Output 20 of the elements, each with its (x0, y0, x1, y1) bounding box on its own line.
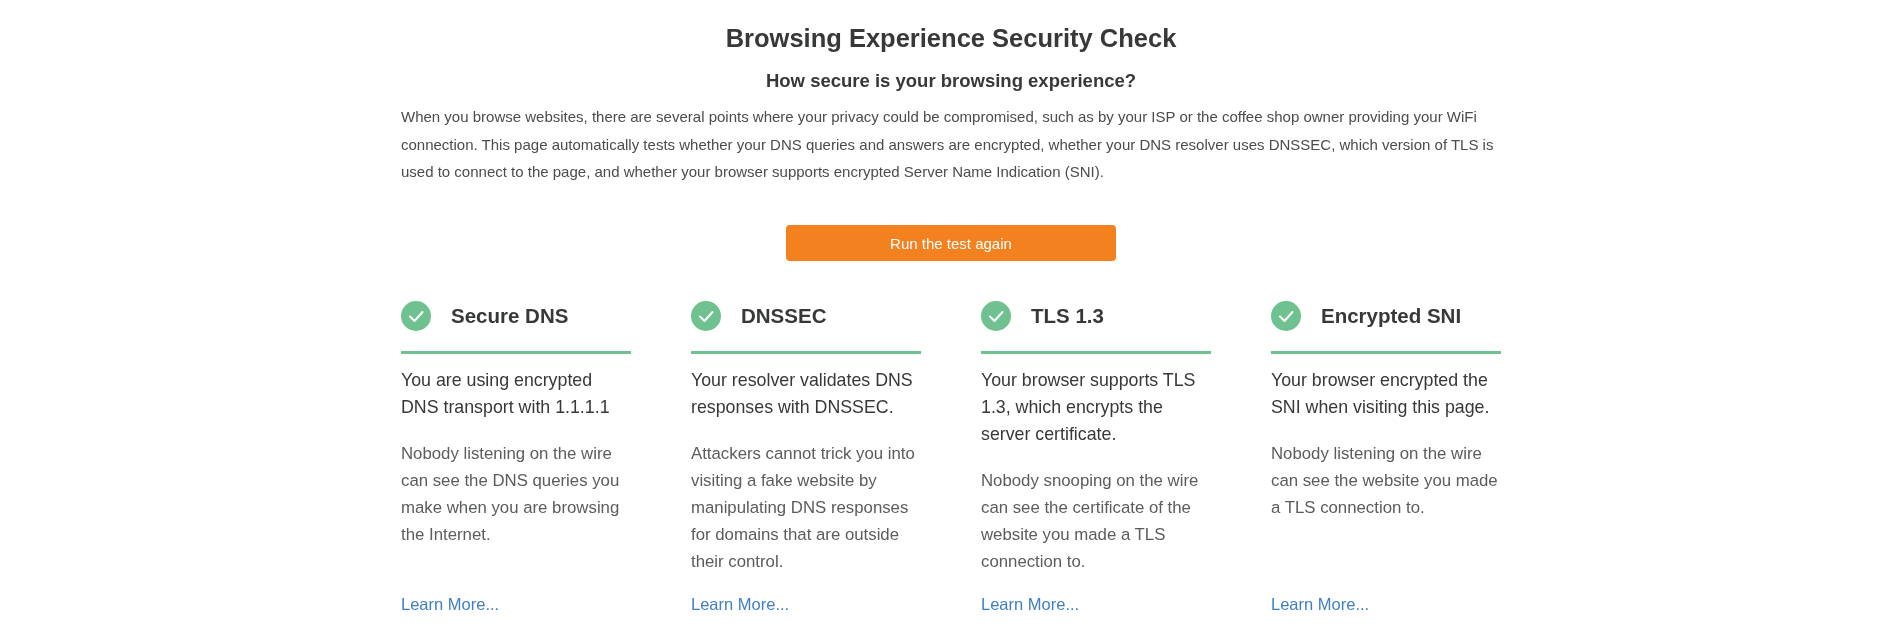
run-test-button[interactable]: Run the test again (786, 225, 1116, 261)
check-title: DNSSEC (741, 303, 827, 329)
check-summary: Your browser encrypted the SNI when visiting this page. (1271, 368, 1491, 419)
check-description: Nobody snooping on the wire can see the certificate of the website you made a TLS connection to. (981, 469, 1200, 573)
check-summary: Your browser supports TLS 1.3, which encrypts the server certificate. (981, 368, 1197, 446)
intro-paragraph: When you browse websites, there are several points where your privacy could be compromised, such as by your ISP or the coffee shop owner providing your WiFi connection. This page automatically tests whether your DNS queries and answers are encrypted, whether your DNS resolver uses DNSSEC, which version of TLS is used to connect to the page, and whether your browser supports encrypted Server Name Indication (SNI). (401, 107, 1495, 182)
check-description: Nobody listening on the wire can see the website you made a TLS connection to. (1271, 442, 1499, 519)
check-summary: You are using encrypted DNS transport with 1.1.1.1 (401, 368, 611, 419)
learn-more-link[interactable]: Learn More... (691, 590, 790, 618)
check-summary: Your resolver validates DNS responses with DNSSEC. (691, 368, 914, 419)
check-title: Encrypted SNI (1321, 303, 1462, 329)
check-title: TLS 1.3 (1031, 303, 1104, 329)
check-title: Secure DNS (451, 303, 569, 329)
learn-more-link[interactable]: Learn More... (1271, 590, 1370, 618)
page-subtitle: How secure is your browsing experience? (764, 69, 1138, 93)
learn-more-link[interactable]: Learn More... (401, 590, 500, 618)
page-title: Browsing Experience Security Check (724, 23, 1178, 54)
check-description: Attackers cannot trick you into visiting a fake website by manipulating DNS responses for domains that are outside their control. (691, 442, 916, 573)
learn-more-link[interactable]: Learn More... (981, 590, 1080, 618)
check-description: Nobody listening on the wire can see the DNS queries you make when you are browsing the Internet. (401, 442, 621, 546)
